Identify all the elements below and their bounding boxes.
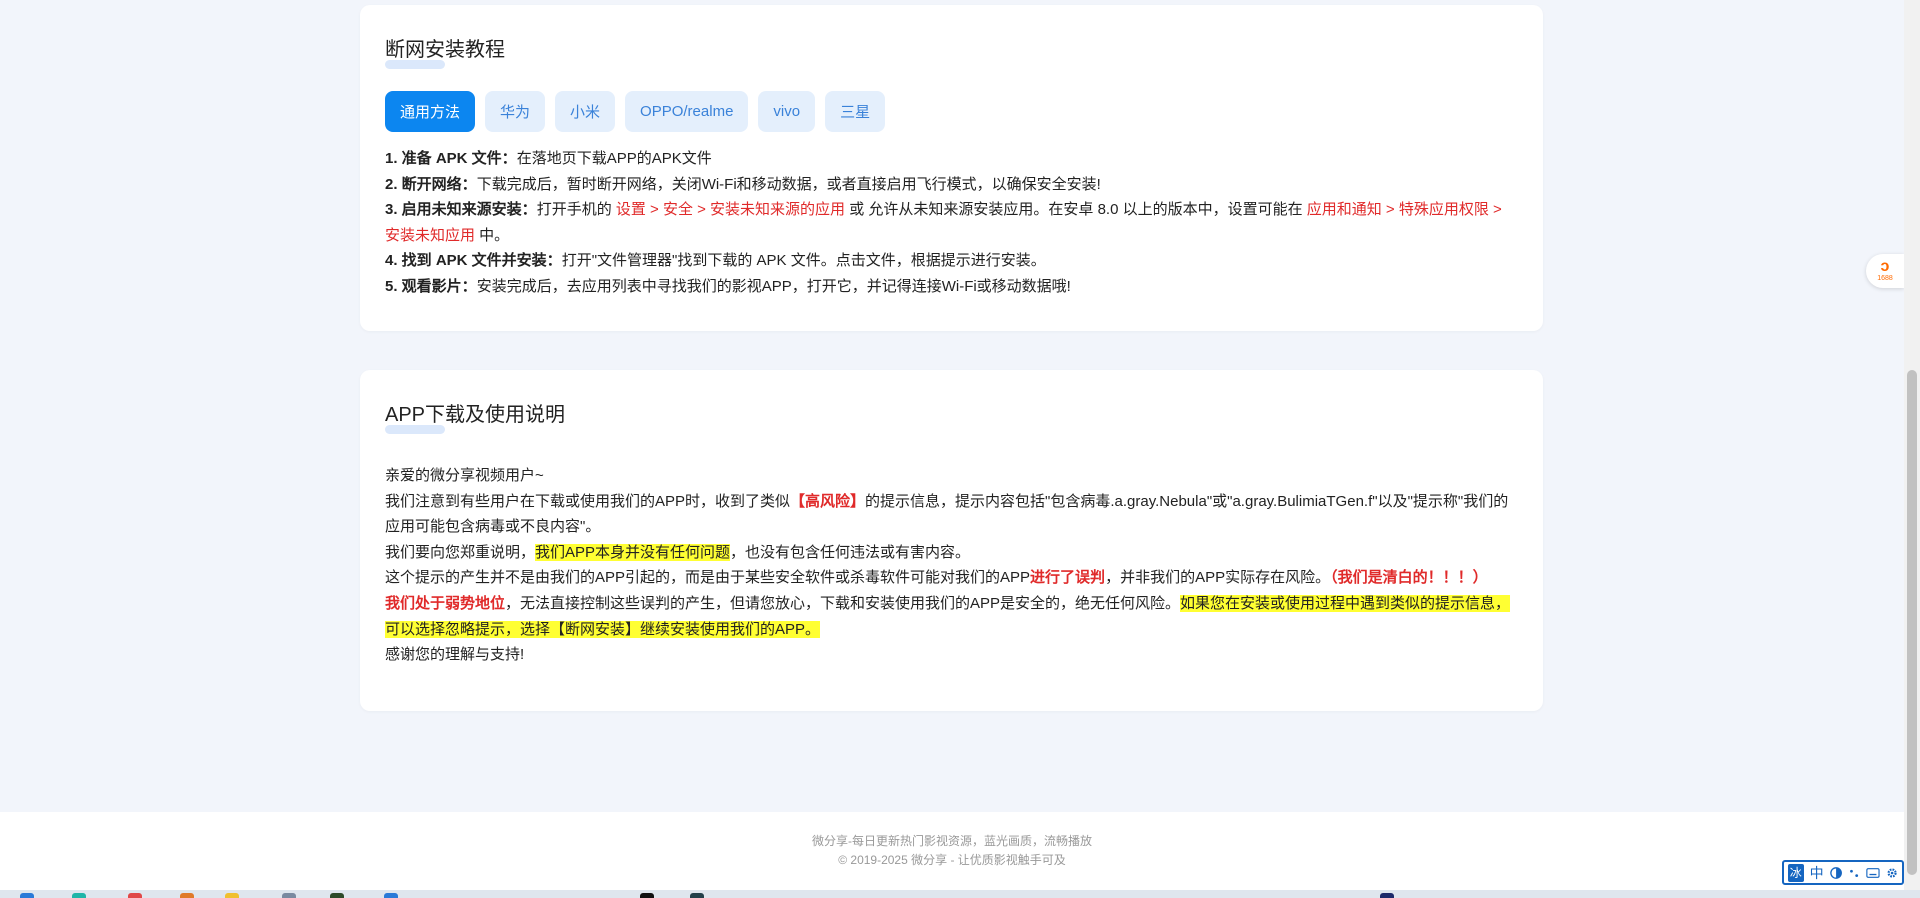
taskbar-app-icon[interactable] [20,893,34,898]
gear-icon[interactable] [1886,866,1898,880]
punctuation-icon[interactable] [1848,866,1860,880]
ime-logo-icon[interactable]: 冰 [1788,863,1804,882]
footer-copyright: © 2019-2025 微分享 - 让优质影视触手可及 [838,853,1066,867]
taskbar-app-icon[interactable] [180,893,194,898]
step-3: 3. 启用未知来源安装：打开手机的 设置 > 安全 > 安装未知来源的应用 或 … [385,201,1502,244]
taskbar-app-icon[interactable] [1380,893,1394,898]
taskbar-app-icon[interactable] [690,893,704,898]
app-notice-card: APP下载及使用说明 亲爱的微分享视频用户~ 我们注意到有些用户在下载或使用我们… [360,370,1543,711]
tab-samsung[interactable]: 三星 [825,91,886,132]
tab-huawei[interactable]: 华为 [485,91,546,132]
keyboard-icon[interactable] [1866,867,1880,879]
alibaba-label: 1688 [1877,275,1893,282]
half-moon-icon[interactable] [1829,866,1842,880]
ime-mode-toggle[interactable]: 中 [1810,863,1824,883]
section-title-app-notice: APP下载及使用说明 [385,398,565,434]
notice-paragraph-3: 这个提示的产生并不是由我们的APP引起的，而是由于某些安全软件或杀毒软件可能对我… [385,569,1488,587]
settings-path-1: 设置 > 安全 > 安装未知来源的应用 [615,201,846,219]
ime-toolbar[interactable]: 冰 中 [1782,860,1904,885]
footer-tagline: 微分享-每日更新热门影视资源，蓝光画质，流畅播放 [812,834,1092,848]
taskbar-app-icon[interactable] [330,893,344,898]
taskbar-app-icon[interactable] [640,893,654,898]
tab-vivo[interactable]: vivo [758,91,816,132]
step-2: 2. 断开网络：下载完成后，暂时断开网络，关闭Wi-Fi和移动数据，或者直接启用… [385,175,1101,193]
tab-xiaomi[interactable]: 小米 [555,91,616,132]
os-taskbar[interactable] [0,890,1920,898]
brand-tabs: 通用方法 华为 小米 OPPO/realme vivo 三星 [385,91,1518,132]
section-title-offline-install: 断网安装教程 [385,33,505,69]
notice-greeting: 亲爱的微分享视频用户~ [385,467,544,484]
notice-body: 亲爱的微分享视频用户~ 我们注意到有些用户在下载或使用我们的APP时，收到了类似… [385,463,1518,668]
notice-paragraph-2: 我们要向您郑重说明，我们APP本身并没有任何问题，也没有包含任何违法或有害内容。 [385,543,971,561]
offline-install-card: 断网安装教程 通用方法 华为 小米 OPPO/realme vivo 三星 1.… [360,5,1543,331]
install-steps: 1. 准备 APK 文件：在落地页下载APP的APK文件 2. 断开网络：下载完… [385,146,1518,300]
site-footer: 微分享-每日更新热门影视资源，蓝光画质，流畅播放 © 2019-2025 微分享… [0,812,1904,898]
notice-paragraph-1: 我们注意到有些用户在下载或使用我们的APP时，收到了类似【高风险】的提示信息，提… [385,492,1509,536]
notice-thanks: 感谢您的理解与支持! [385,646,525,664]
step-1: 1. 准备 APK 文件：在落地页下载APP的APK文件 [385,150,712,167]
tab-general[interactable]: 通用方法 [385,91,476,132]
notice-paragraph-4: 我们处于弱势地位，无法直接控制这些误判的产生，但请您放心，下载和安装使用我们的A… [385,594,1511,638]
taskbar-app-icon[interactable] [282,893,296,898]
alibaba-glyph: ↄ [1880,258,1890,275]
step-4: 4. 找到 APK 文件并安装：打开"文件管理器"找到下载的 APK 文件。点击… [385,252,1046,270]
page-scrollbar[interactable] [1904,0,1920,898]
taskbar-app-icon[interactable] [72,893,86,898]
scrollbar-thumb[interactable] [1907,370,1917,875]
alibaba-1688-icon[interactable]: ↄ 1688 [1866,254,1904,288]
taskbar-app-icon[interactable] [225,893,239,898]
taskbar-app-icon[interactable] [384,893,398,898]
tab-oppo-realme[interactable]: OPPO/realme [625,91,749,132]
page: 断网安装教程 通用方法 华为 小米 OPPO/realme vivo 三星 1.… [0,0,1904,898]
taskbar-app-icon[interactable] [128,893,142,898]
step-5: 5. 观看影片：安装完成后，去应用列表中寻找我们的影视APP，打开它，并记得连接… [385,277,1071,295]
